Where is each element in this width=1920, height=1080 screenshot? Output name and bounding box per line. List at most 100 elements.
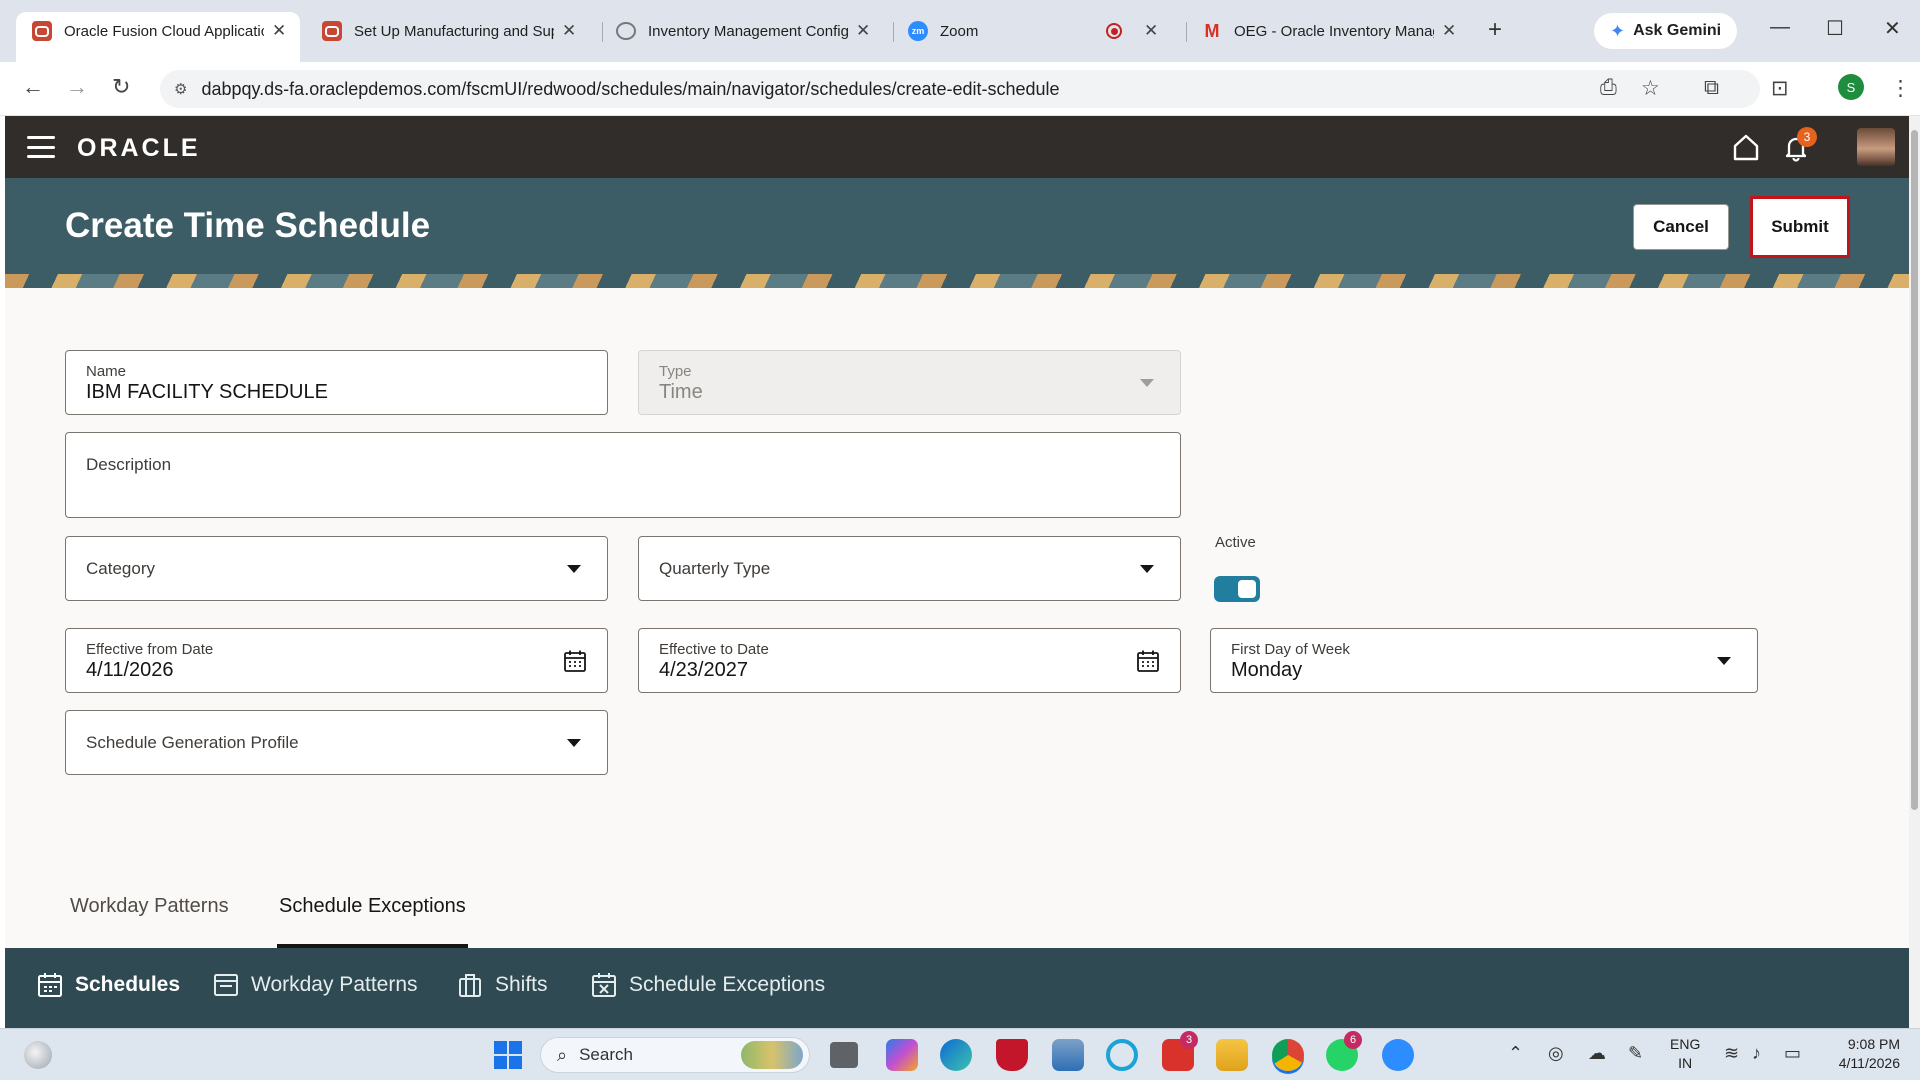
bottom-nav-shifts[interactable]: Shifts: [457, 972, 548, 998]
close-icon[interactable]: ✕: [562, 21, 576, 41]
url-omnibox[interactable]: ⚙ dabpqy.ds-fa.oraclepdemos.com/fscmUI/r…: [160, 70, 1760, 108]
alexa-icon[interactable]: [1106, 1039, 1138, 1071]
schedule-generation-profile-select[interactable]: Schedule Generation Profile: [65, 710, 608, 775]
browser-tab-title: Oracle Fusion Cloud Applicatic: [64, 22, 264, 40]
active-toggle-switch[interactable]: [1214, 576, 1260, 602]
clock-time: 9:08 PM: [1847, 1036, 1900, 1052]
category-select[interactable]: Category: [65, 536, 608, 601]
zoom-app-icon[interactable]: [1382, 1039, 1414, 1071]
oracle-logo[interactable]: ORACLE: [77, 134, 201, 163]
site-settings-icon[interactable]: ⚙: [174, 80, 187, 98]
type-select-label: Type: [659, 363, 692, 380]
home-icon[interactable]: [1731, 132, 1761, 162]
chevron-down-icon[interactable]: [567, 564, 581, 573]
chevron-down-icon: [1140, 378, 1154, 387]
page-header-banner: Create Time Schedule Cancel Submit: [5, 178, 1909, 288]
effective-from-date-label: Effective from Date: [86, 641, 214, 658]
chevron-down-icon[interactable]: [1140, 564, 1154, 573]
browser-tab-oracle-fusion[interactable]: Oracle Fusion Cloud Applicatic ✕: [16, 12, 301, 62]
browser-tab-oeg-gmail[interactable]: M OEG - Oracle Inventory Manag ✕: [1186, 12, 1470, 50]
effective-to-date-field[interactable]: Effective to Date 4/23/2027: [638, 628, 1181, 693]
chrome-browser-icon[interactable]: [1272, 1039, 1304, 1071]
user-avatar[interactable]: [1857, 128, 1895, 166]
oracle-icon: [32, 21, 52, 41]
tray-app-icon[interactable]: ◎: [1548, 1043, 1564, 1064]
microsoft-store-icon[interactable]: [1052, 1039, 1084, 1071]
calendar-exception-icon: [592, 973, 616, 997]
system-clock[interactable]: 9:08 PM 4/11/2026: [1828, 1035, 1900, 1073]
quarterly-type-select[interactable]: Quarterly Type: [638, 536, 1181, 601]
back-arrow-icon[interactable]: ←: [22, 74, 44, 100]
input-language-indicator[interactable]: ENG IN: [1670, 1035, 1700, 1073]
taskbar-search-box[interactable]: ⌕ Search: [540, 1037, 810, 1073]
calendar-icon[interactable]: [563, 649, 587, 673]
new-tab-plus-icon[interactable]: +: [1488, 16, 1502, 44]
bottom-nav-schedule-exceptions[interactable]: Schedule Exceptions: [591, 972, 825, 998]
onedrive-cloud-icon[interactable]: ☁: [1588, 1043, 1606, 1064]
close-icon[interactable]: ✕: [1144, 21, 1158, 41]
chevron-down-icon[interactable]: [1717, 656, 1731, 665]
browser-tab-title: Inventory Management Config: [648, 22, 848, 40]
forward-arrow-icon[interactable]: →: [66, 74, 88, 100]
battery-icon[interactable]: ▭: [1784, 1043, 1801, 1064]
submit-button[interactable]: Submit: [1750, 196, 1850, 258]
language-code: ENG: [1670, 1036, 1701, 1052]
effective-from-date-value: 4/11/2026: [86, 659, 174, 681]
description-field[interactable]: Description: [65, 432, 1181, 518]
browser-tab-setup-manufacturing[interactable]: Set Up Manufacturing and Sup ✕: [306, 12, 590, 50]
browser-profile-avatar[interactable]: S: [1838, 74, 1864, 100]
schedule-detail-tabs: Workday Patterns Schedule Exceptions: [5, 888, 1909, 948]
bottom-nav-label: Schedules: [75, 973, 181, 996]
ask-gemini-button[interactable]: ✦ Ask Gemini: [1594, 13, 1738, 49]
hamburger-menu-icon[interactable]: [27, 136, 55, 158]
cancel-button[interactable]: Cancel: [1633, 204, 1729, 250]
file-explorer-icon[interactable]: [1216, 1039, 1248, 1071]
close-icon[interactable]: ✕: [1442, 21, 1456, 41]
mcafee-icon[interactable]: [996, 1039, 1028, 1071]
name-field[interactable]: Name IBM FACILITY SCHEDULE: [65, 350, 608, 415]
category-select-label: Category: [86, 558, 155, 578]
browser-tab-zoom[interactable]: zm Zoom ✕: [892, 12, 1172, 50]
tab-search-icon[interactable]: ⊡: [1771, 76, 1789, 101]
region-code: IN: [1678, 1055, 1693, 1071]
bottom-nav-schedules[interactable]: Schedules: [37, 972, 180, 998]
browser-menu-kebab-icon[interactable]: ⋮: [1890, 76, 1911, 101]
window-close-icon[interactable]: ✕: [1884, 16, 1901, 41]
windows-taskbar: ⌕ Search 3 6 ⌃ ◎ ☁ ✎ ENG IN ≋ ♪ ▭ 9:08 P…: [0, 1028, 1920, 1080]
tab-workday-patterns[interactable]: Workday Patterns: [68, 888, 231, 948]
close-icon[interactable]: ✕: [272, 21, 286, 41]
volume-icon[interactable]: ♪: [1752, 1043, 1761, 1064]
pen-input-icon[interactable]: ✎: [1628, 1043, 1643, 1064]
wifi-icon[interactable]: ≋: [1724, 1043, 1739, 1064]
oracle-icon: [322, 21, 342, 41]
install-app-icon[interactable]: ⎙: [1600, 76, 1617, 100]
calendar-icon[interactable]: [1136, 649, 1160, 673]
quarterly-type-select-label: Quarterly Type: [659, 558, 771, 578]
first-day-of-week-select[interactable]: First Day of Week Monday: [1210, 628, 1758, 693]
minimize-icon[interactable]: —: [1770, 16, 1790, 39]
reload-icon[interactable]: ↻: [112, 74, 130, 100]
windows-start-icon[interactable]: [494, 1041, 522, 1069]
first-day-of-week-value: Monday: [1231, 659, 1303, 681]
chevron-down-icon[interactable]: [567, 738, 581, 747]
show-hidden-icons-chevron-icon[interactable]: ⌃: [1508, 1043, 1523, 1064]
app-notification-badge: 6: [1344, 1031, 1362, 1049]
create-schedule-form: Name IBM FACILITY SCHEDULE Type Time Des…: [5, 288, 1909, 948]
page-scrollbar[interactable]: [1909, 116, 1920, 1028]
maximize-icon[interactable]: ☐: [1826, 16, 1844, 41]
browser-tab-inventory-config[interactable]: Inventory Management Config ✕: [600, 12, 884, 50]
tab-schedule-exceptions[interactable]: Schedule Exceptions: [277, 888, 468, 948]
bookmark-star-icon[interactable]: ☆: [1641, 76, 1660, 101]
edge-browser-icon[interactable]: [940, 1039, 972, 1071]
effective-from-date-field[interactable]: Effective from Date 4/11/2026: [65, 628, 608, 693]
bottom-nav-label: Schedule Exceptions: [629, 973, 826, 996]
browser-address-bar: ← → ↻ ⚙ dabpqy.ds-fa.oraclepdemos.com/fs…: [0, 62, 1920, 116]
notification-count-badge: 3: [1797, 127, 1817, 147]
bottom-nav-workday-patterns[interactable]: Workday Patterns: [213, 972, 418, 998]
extensions-puzzle-icon[interactable]: ⧉: [1704, 76, 1719, 100]
weather-widget-icon[interactable]: [24, 1041, 52, 1069]
task-view-icon[interactable]: [830, 1042, 858, 1068]
close-icon[interactable]: ✕: [856, 21, 870, 41]
scrollbar-thumb[interactable]: [1911, 130, 1918, 810]
copilot-icon[interactable]: [886, 1039, 918, 1071]
